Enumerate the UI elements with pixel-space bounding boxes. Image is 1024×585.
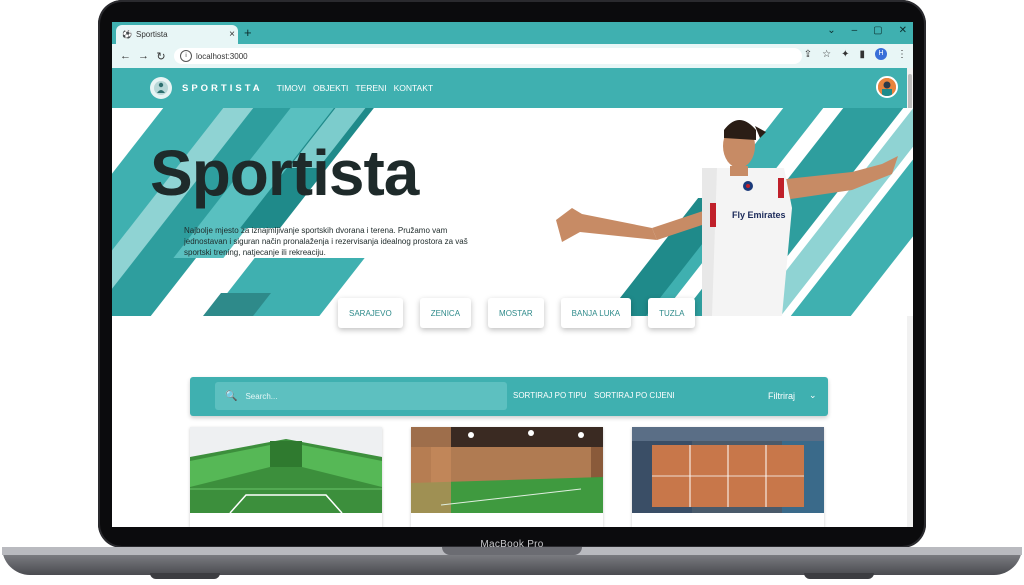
search-box: 🔍: [215, 382, 507, 410]
filter-dropdown-label[interactable]: Filtriraj: [768, 391, 795, 401]
logo-icon[interactable]: [150, 77, 172, 99]
favicon-icon: ⚽: [122, 30, 132, 39]
share-icon[interactable]: ⇪: [804, 49, 812, 60]
city-button-mostar[interactable]: MOSTAR: [488, 298, 544, 328]
search-input[interactable]: [243, 390, 498, 402]
laptop-foot: [804, 573, 874, 579]
city-filter-buttons: SARAJEVO ZENICA MOSTAR BANJA LUKA TUZLA: [338, 298, 696, 328]
maximize-icon[interactable]: ▢: [873, 25, 882, 36]
url-text: localhost:3000: [196, 51, 248, 61]
extensions-icon[interactable]: ✦: [841, 49, 849, 60]
back-icon[interactable]: ←: [120, 50, 131, 62]
venue-card[interactable]: [190, 427, 382, 527]
nav-link-timovi[interactable]: TIMOVI: [277, 83, 306, 93]
chevron-down-icon[interactable]: ⌄: [827, 25, 835, 36]
hero-title: Sportista: [150, 137, 419, 209]
window-controls: ⌄ – ▢ ✕: [827, 25, 907, 36]
user-avatar[interactable]: [876, 76, 898, 98]
plus-icon[interactable]: +: [244, 25, 252, 40]
search-icon: 🔍: [225, 390, 238, 402]
laptop-foot: [150, 573, 220, 579]
venue-image: [632, 427, 824, 513]
hero-section: Sportista Najbolje mjesto za iznajmljiva…: [112, 108, 913, 316]
venue-image: [411, 427, 603, 513]
jersey-text: Fly Emirates: [732, 210, 786, 220]
window-close-icon[interactable]: ✕: [899, 25, 907, 36]
chevron-down-icon[interactable]: ⌄: [809, 390, 817, 401]
city-button-zenica[interactable]: ZENICA: [419, 298, 472, 328]
close-icon[interactable]: ×: [226, 29, 238, 40]
nav-link-kontakt[interactable]: KONTAKT: [394, 83, 434, 93]
hero-description: Najbolje mjesto za iznajmljivanje sports…: [184, 226, 468, 257]
sidebar-icon[interactable]: ▮: [859, 49, 865, 60]
address-bar: ← → ↻ i localhost:3000 ⇪ ☆ ✦ ▮ H ⋮: [112, 44, 913, 68]
sort-by-type-button[interactable]: SORTIRAJ PO TIPU: [513, 391, 587, 400]
city-button-tuzla[interactable]: TUZLA: [648, 298, 696, 328]
tab-title: Sportista: [136, 30, 168, 39]
filter-bar: 🔍 SORTIRAJ PO TIPU SORTIRAJ PO CIJENI Fi…: [190, 377, 828, 416]
device-label: MacBook Pro: [480, 539, 544, 550]
url-field[interactable]: i localhost:3000: [174, 48, 802, 64]
forward-icon[interactable]: →: [138, 50, 149, 62]
city-button-sarajevo[interactable]: SARAJEVO: [338, 298, 403, 328]
player-image: Fly Emirates: [556, 120, 898, 316]
profile-avatar[interactable]: H: [875, 48, 887, 60]
venue-image: [190, 427, 382, 513]
info-icon[interactable]: i: [180, 50, 192, 62]
browser-screen: ⚽ Sportista × + ⌄ – ▢ ✕ ← → ↻ i localhos…: [112, 22, 913, 527]
nav-link-objekti[interactable]: OBJEKTI: [313, 83, 348, 93]
venue-card[interactable]: [632, 427, 824, 527]
city-button-banja-luka[interactable]: BANJA LUKA: [560, 298, 632, 328]
minimize-icon[interactable]: –: [852, 25, 858, 36]
laptop-base: [2, 547, 1022, 575]
tab-bar: ⚽ Sportista × + ⌄ – ▢ ✕: [112, 22, 913, 44]
brand-name[interactable]: SPORTISTA: [182, 83, 263, 94]
browser-tab[interactable]: ⚽ Sportista ×: [116, 25, 238, 44]
menu-icon[interactable]: ⋮: [897, 49, 907, 60]
reload-icon[interactable]: ↻: [156, 50, 166, 63]
star-icon[interactable]: ☆: [822, 49, 831, 60]
sort-by-price-button[interactable]: SORTIRAJ PO CIJENI: [594, 391, 675, 400]
app-navbar: SPORTISTA TIMOVI OBJEKTI TERENI KONTAKT: [112, 68, 913, 108]
venue-card[interactable]: [411, 427, 603, 527]
nav-link-tereni[interactable]: TERENI: [355, 83, 386, 93]
nav-links: TIMOVI OBJEKTI TERENI KONTAKT: [277, 83, 433, 93]
